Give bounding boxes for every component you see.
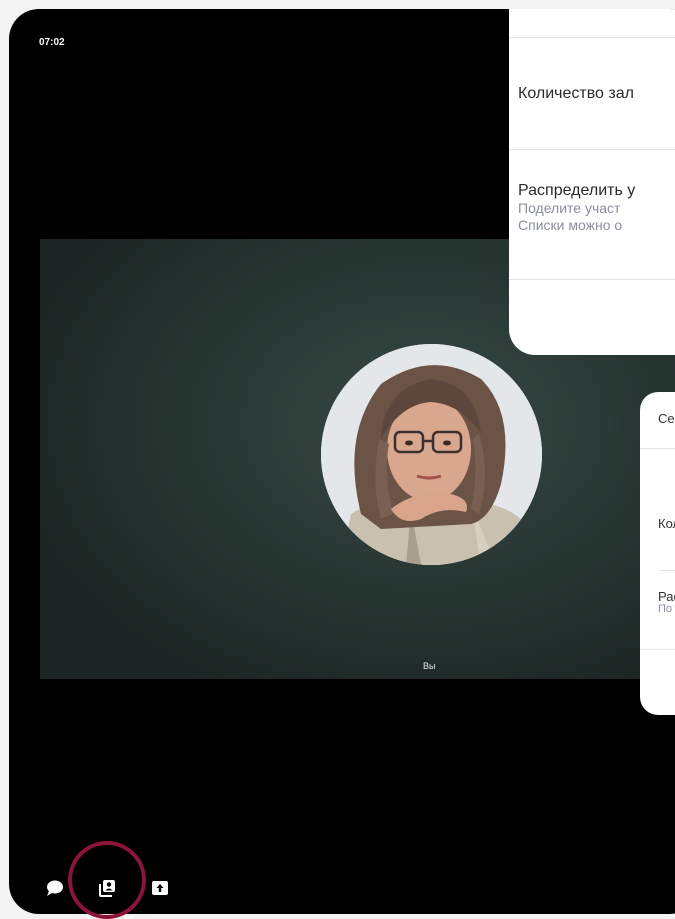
- device-frame: 07:02 Вы Количество зал Распределить у П…: [9, 9, 675, 914]
- share-upload-icon: [152, 881, 168, 895]
- panel-divider: [509, 37, 675, 38]
- panel-divider: [640, 649, 675, 650]
- share-screen-button[interactable]: [149, 877, 171, 899]
- distribute-participants-title[interactable]: Распределить у: [518, 182, 635, 200]
- highlight-circle: [68, 841, 146, 919]
- chat-icon[interactable]: [44, 877, 66, 899]
- panel-divider: [640, 448, 675, 449]
- panel-divider: [509, 279, 675, 280]
- sessions-distribute-description: По: [658, 603, 673, 615]
- sessions-panel-header: Сес: [658, 411, 675, 426]
- panel-divider: [660, 570, 675, 571]
- participant-avatar: [321, 344, 542, 565]
- participant-name-label: Вы: [423, 661, 436, 671]
- sessions-rooms-count-label[interactable]: Кол: [658, 516, 675, 531]
- avatar-photo: [321, 344, 542, 565]
- rooms-count-label[interactable]: Количество зал: [518, 85, 634, 103]
- distribute-description-line2: Списки можно о: [518, 217, 623, 233]
- sessions-panel: Сес Кол Рас По: [640, 392, 675, 715]
- sessions-distribute-title[interactable]: Рас: [658, 589, 675, 604]
- distribute-description-line1: Поделите участ: [518, 200, 621, 216]
- breakout-rooms-panel: Количество зал Распределить у Поделите у…: [509, 9, 675, 355]
- panel-divider: [509, 149, 675, 150]
- status-time: 07:02: [39, 37, 65, 48]
- chat-bubble-icon: [47, 880, 63, 896]
